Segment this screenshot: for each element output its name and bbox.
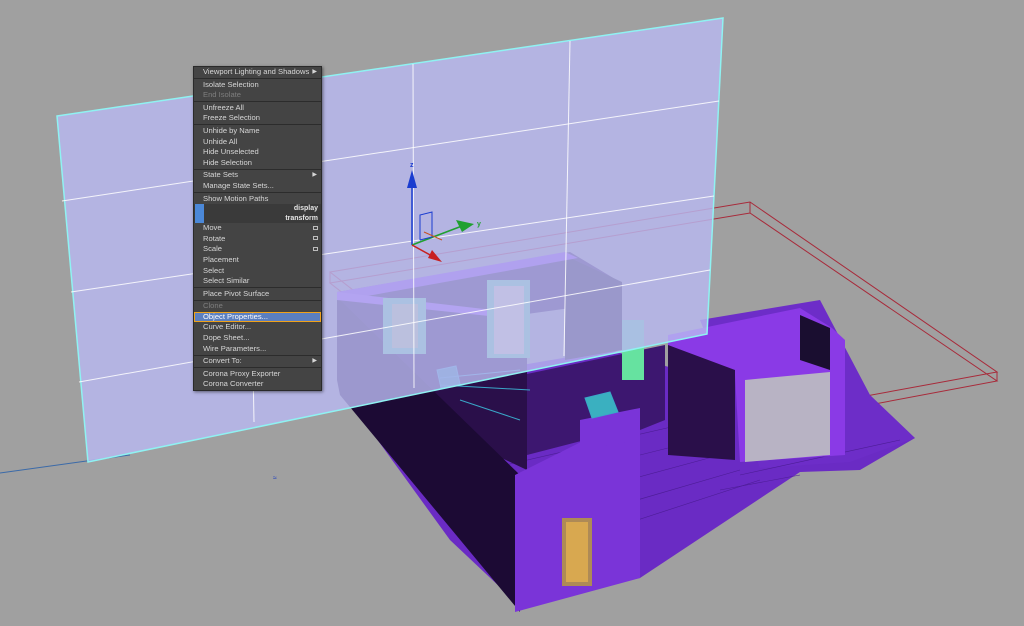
y-axis-label: y [477,221,481,228]
menu-item-label: Curve Editor... [203,322,252,332]
settings-box-icon[interactable] [313,225,318,230]
menu-item-label: Placement [203,254,239,264]
menu-item-state-sets[interactable]: State Sets ▶ [194,170,321,181]
menu-item-freeze-selection[interactable]: Freeze Selection [194,113,321,124]
menu-item-label: Clone [203,301,223,311]
menu-item-label: Hide Selection [203,157,252,167]
menu-item-label: Unhide All [203,136,238,146]
menu-item-label: Rotate [203,233,226,243]
submenu-arrow-icon: ▶ [312,69,317,75]
menu-item-hide-selection[interactable]: Hide Selection [194,158,321,169]
menu-item-label: Convert To: [203,356,242,366]
quad-color-swatch [195,204,204,214]
menu-item-hide-unselected[interactable]: Hide Unselected [194,147,321,158]
menu-item-label: Hide Unselected [203,147,259,157]
menu-item-show-motion-paths[interactable]: Show Motion Paths [194,194,321,205]
z-axis-label: z [410,162,414,169]
menu-item-manage-state-sets[interactable]: Manage State Sets... [194,181,321,192]
quad-header-transform: transform [194,213,321,224]
menu-item-label: Freeze Selection [203,113,260,123]
menu-item-convert-to[interactable]: Convert To: ▶ [194,356,321,367]
menu-item-unhide-all[interactable]: Unhide All [194,137,321,148]
menu-item-label: End Isolate [203,90,241,100]
menu-item-move[interactable]: Move [194,223,321,234]
menu-item-label: Show Motion Paths [203,193,269,203]
menu-item-place-pivot-surface[interactable]: Place Pivot Surface [194,289,321,300]
menu-item-label: Dope Sheet... [203,333,250,343]
menu-item-select[interactable]: Select [194,266,321,277]
menu-item-label: Scale [203,244,222,254]
quad-header-display: display [194,204,321,214]
menu-item-rotate[interactable]: Rotate [194,234,321,245]
menu-item-select-similar[interactable]: Select Similar [194,276,321,287]
menu-item-label: Isolate Selection [203,79,259,89]
menu-item-corona-converter[interactable]: Corona Converter [194,379,321,390]
menu-item-scale[interactable]: Scale [194,244,321,255]
menu-item-placement[interactable]: Placement [194,255,321,266]
quad-context-menu: Viewport Lighting and Shadows ▶ Isolate Se… [193,66,322,392]
menu-item-object-properties[interactable]: Object Properties... [194,311,321,323]
quad-color-swatch [195,213,204,224]
settings-box-icon[interactable] [313,236,318,241]
menu-item-curve-editor[interactable]: Curve Editor... [194,322,321,333]
menu-item-label: Select [203,265,225,275]
menu-item-label: Corona Proxy Exporter [203,368,281,378]
menu-item-label: Unhide by Name [203,125,260,135]
submenu-arrow-icon: ▶ [312,358,317,365]
menu-item-corona-proxy-exporter[interactable]: Corona Proxy Exporter [194,369,321,380]
menu-item-label: Unfreeze All [203,102,244,112]
menu-item-wire-parameters[interactable]: Wire Parameters... [194,344,321,355]
menu-item-label: Place Pivot Surface [203,288,270,298]
quad-header-label: transform [285,214,318,222]
small-marker: ≈ [273,475,277,482]
menu-item-isolate-selection[interactable]: Isolate Selection [194,80,321,91]
menu-item-label: Viewport Lighting and Shadows [203,67,310,76]
menu-item-clone: Clone [194,301,321,312]
quad-header-label: display [293,205,318,213]
menu-item-label: Select Similar [203,276,250,286]
menu-item-unhide-by-name[interactable]: Unhide by Name [194,126,321,137]
menu-item-label: Wire Parameters... [203,343,267,353]
submenu-arrow-icon: ▶ [312,172,317,179]
menu-item-end-isolate: End Isolate [194,90,321,101]
menu-item-label: State Sets [203,170,239,180]
menu-item-label: Object Properties... [203,311,268,321]
menu-item-viewport-lighting-and-shadows[interactable]: Viewport Lighting and Shadows ▶ [194,67,321,78]
menu-item-dope-sheet[interactable]: Dope Sheet... [194,333,321,344]
menu-item-unfreeze-all[interactable]: Unfreeze All [194,103,321,114]
menu-item-label: Manage State Sets... [203,180,274,190]
menu-item-label: Move [203,223,222,233]
menu-item-label: Corona Converter [203,379,264,389]
3d-viewport[interactable]: z y ≈ [0,0,1024,626]
settings-box-icon[interactable] [313,246,318,251]
